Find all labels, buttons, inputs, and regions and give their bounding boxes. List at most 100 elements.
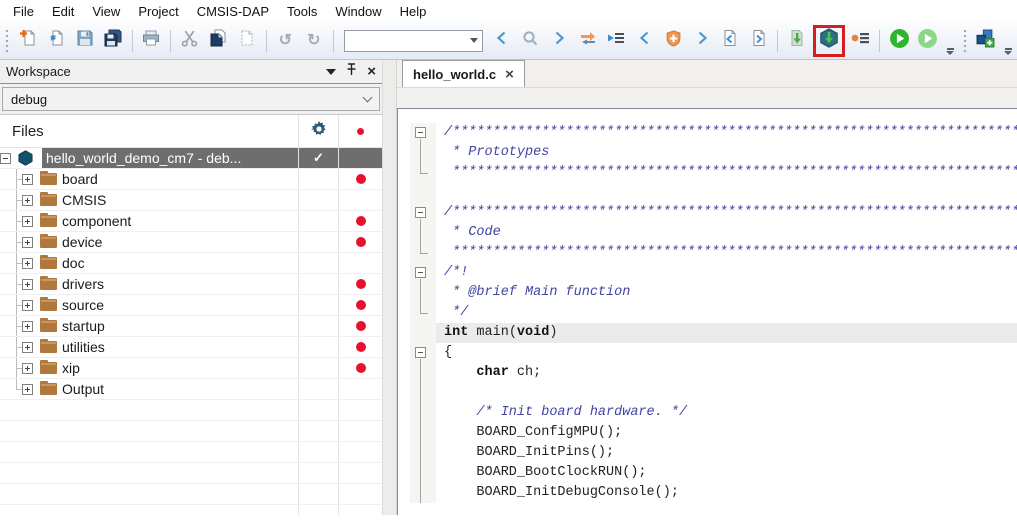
code-line[interactable]: ****************************************… xyxy=(410,243,1017,263)
run-button[interactable] xyxy=(886,28,911,54)
code-line[interactable]: BOARD_BootClockRUN(); xyxy=(410,463,1017,483)
code-line[interactable]: BOARD_InitDebugConsole(); xyxy=(410,483,1017,503)
code-line[interactable]: * Code xyxy=(410,223,1017,243)
tree-row-component[interactable]: component xyxy=(0,211,382,232)
collapse-icon[interactable] xyxy=(0,153,11,164)
menu-file[interactable]: File xyxy=(4,2,43,21)
code-line[interactable]: * @brief Main function xyxy=(410,283,1017,303)
pin-icon[interactable] xyxy=(346,63,357,81)
expand-icon[interactable] xyxy=(22,321,33,332)
redo-button[interactable]: ↻ xyxy=(301,28,326,54)
tree-row-drivers[interactable]: drivers xyxy=(0,274,382,295)
fold-gutter[interactable] xyxy=(410,403,436,423)
expand-icon[interactable] xyxy=(22,300,33,311)
new-document-button[interactable] xyxy=(15,28,40,54)
tree-row-utilities[interactable]: utilities xyxy=(0,337,382,358)
find-button[interactable] xyxy=(518,28,543,54)
menu-window[interactable]: Window xyxy=(326,2,390,21)
tree-row-doc[interactable]: doc xyxy=(0,253,382,274)
fold-gutter[interactable] xyxy=(410,123,436,143)
menu-view[interactable]: View xyxy=(83,2,129,21)
paste-button[interactable] xyxy=(234,28,259,54)
settings-gear-icon[interactable] xyxy=(311,121,327,142)
next-document-button[interactable] xyxy=(746,28,771,54)
toolbar-grip[interactable] xyxy=(962,30,968,52)
fold-collapse-icon[interactable] xyxy=(415,347,426,358)
code-line[interactable]: * Prototypes xyxy=(410,143,1017,163)
open-document-button[interactable] xyxy=(43,28,68,54)
tree-row-board[interactable]: board xyxy=(0,169,382,190)
menu-project[interactable]: Project xyxy=(129,2,187,21)
panel-close-icon[interactable]: × xyxy=(367,64,376,79)
fold-gutter[interactable] xyxy=(410,223,436,243)
code-editor[interactable]: /***************************************… xyxy=(397,108,1017,515)
tree-row-project[interactable]: hello_world_demo_cm7 - deb...✓ xyxy=(0,148,382,169)
save-button[interactable] xyxy=(72,28,97,54)
breakpoint-list-button[interactable] xyxy=(848,28,873,54)
fold-gutter[interactable] xyxy=(410,343,436,363)
code-line[interactable]: /*! xyxy=(410,263,1017,283)
code-line[interactable]: /***************************************… xyxy=(410,123,1017,143)
undo-button[interactable]: ↺ xyxy=(273,28,298,54)
toolbar-overflow-button[interactable] xyxy=(1002,48,1014,59)
expand-icon[interactable] xyxy=(22,342,33,353)
toggle-source-header-button[interactable] xyxy=(575,28,600,54)
save-all-button[interactable] xyxy=(100,28,125,54)
build-config-select[interactable]: debug xyxy=(2,87,380,111)
fold-gutter[interactable] xyxy=(410,243,436,263)
code-line[interactable]: ****************************************… xyxy=(410,163,1017,183)
fold-gutter[interactable] xyxy=(410,483,436,503)
expand-icon[interactable] xyxy=(22,216,33,227)
fold-gutter[interactable] xyxy=(410,383,436,403)
expand-icon[interactable] xyxy=(22,237,33,248)
fold-gutter[interactable] xyxy=(410,323,436,343)
previous-bookmark-button[interactable] xyxy=(632,28,657,54)
fold-gutter[interactable] xyxy=(410,363,436,383)
tab-close-icon[interactable]: × xyxy=(505,67,514,82)
panel-splitter[interactable] xyxy=(382,60,397,515)
code-line[interactable]: /* Init board hardware. */ xyxy=(410,403,1017,423)
fold-gutter[interactable] xyxy=(410,183,436,203)
panel-menu-icon[interactable] xyxy=(326,69,336,75)
fold-collapse-icon[interactable] xyxy=(415,267,426,278)
tree-row-source[interactable]: source xyxy=(0,295,382,316)
expand-icon[interactable] xyxy=(22,384,33,395)
tree-row-cmsis[interactable]: CMSIS xyxy=(0,190,382,211)
expand-icon[interactable] xyxy=(22,363,33,374)
menu-edit[interactable]: Edit xyxy=(43,2,83,21)
previous-document-button[interactable] xyxy=(717,28,742,54)
tab-hello-world-c[interactable]: hello_world.c × xyxy=(402,60,525,87)
toolbar-overflow-button[interactable] xyxy=(944,48,956,59)
expand-icon[interactable] xyxy=(22,258,33,269)
menu-help[interactable]: Help xyxy=(391,2,436,21)
search-combobox[interactable] xyxy=(344,30,483,52)
menu-cmsis-dap[interactable]: CMSIS-DAP xyxy=(188,2,278,21)
menu-tools[interactable]: Tools xyxy=(278,2,326,21)
code-line[interactable]: BOARD_InitPins(); xyxy=(410,443,1017,463)
tree-row-output[interactable]: Output xyxy=(0,379,382,400)
cut-button[interactable] xyxy=(177,28,202,54)
fold-gutter[interactable] xyxy=(410,263,436,283)
code-line[interactable]: char ch; xyxy=(410,363,1017,383)
save-workspace-button[interactable] xyxy=(973,28,998,54)
download-and-debug-button[interactable] xyxy=(817,29,841,53)
project-settings-cell[interactable]: ✓ xyxy=(298,148,338,168)
nav-forward-button[interactable] xyxy=(547,28,572,54)
make-with-add-button[interactable] xyxy=(661,28,686,54)
fold-collapse-icon[interactable] xyxy=(415,127,426,138)
toolbar-grip[interactable] xyxy=(4,30,10,52)
expand-icon[interactable] xyxy=(22,195,33,206)
fold-gutter[interactable] xyxy=(410,463,436,483)
fold-gutter[interactable] xyxy=(410,443,436,463)
run-without-debugging-button[interactable] xyxy=(915,28,940,54)
code-line[interactable]: int main(void) xyxy=(410,323,1017,343)
code-line[interactable]: { xyxy=(410,343,1017,363)
tree-row-startup[interactable]: startup xyxy=(0,316,382,337)
next-bookmark-button[interactable] xyxy=(689,28,714,54)
fold-gutter[interactable] xyxy=(410,423,436,443)
expand-icon[interactable] xyxy=(22,279,33,290)
copy-button[interactable] xyxy=(206,28,231,54)
code-line[interactable] xyxy=(410,183,1017,203)
code-line[interactable]: BOARD_ConfigMPU(); xyxy=(410,423,1017,443)
expand-icon[interactable] xyxy=(22,174,33,185)
